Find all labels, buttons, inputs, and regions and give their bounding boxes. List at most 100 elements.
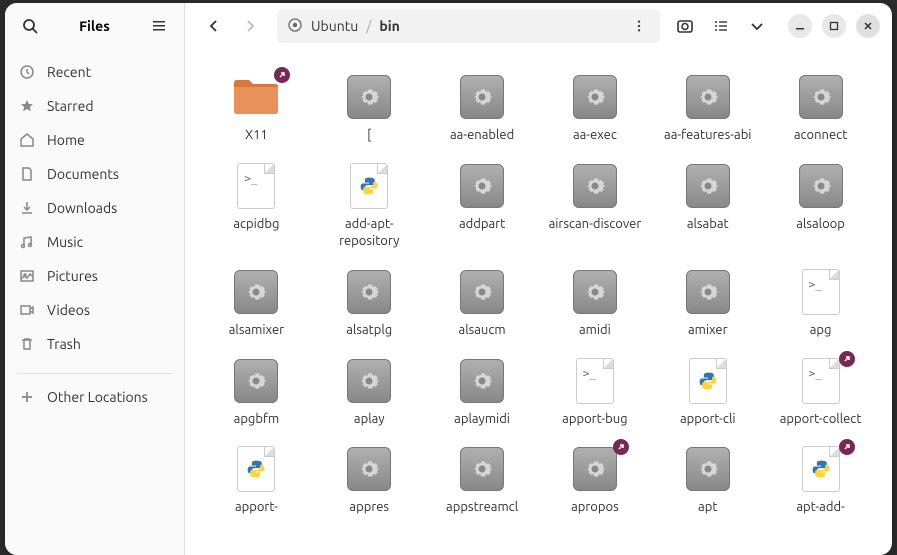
file-item[interactable]: addpart xyxy=(431,158,534,254)
sidebar: Files Recent Starred Home Documents Download… xyxy=(5,3,185,555)
file-label: aplay xyxy=(354,411,385,428)
file-label: aplaymidi xyxy=(454,411,510,428)
sidebar-item-pictures[interactable]: Pictures xyxy=(5,259,184,293)
file-item[interactable]: apgbfm xyxy=(205,353,308,432)
path-segment-current[interactable]: bin xyxy=(379,18,399,34)
close-button[interactable] xyxy=(856,14,880,38)
file-view[interactable]: X11 [ aa-enabled aa-exec aa-features-abi acon… xyxy=(185,49,892,555)
file-item[interactable]: X11 xyxy=(205,69,308,148)
main-area: Ubuntu / bin xyxy=(185,3,892,555)
symlink-badge xyxy=(274,67,290,83)
file-label: aconnect xyxy=(794,127,847,144)
file-item[interactable]: aplaymidi xyxy=(431,353,534,432)
file-icon xyxy=(232,268,280,316)
file-label: [ xyxy=(367,127,371,144)
file-label: alsaucm xyxy=(459,322,506,339)
search-icon xyxy=(22,18,38,34)
sidebar-item-label: Recent xyxy=(47,64,91,80)
sidebar-item-recent[interactable]: Recent xyxy=(5,55,184,89)
sidebar-item-home[interactable]: Home xyxy=(5,123,184,157)
sidebar-item-documents[interactable]: Documents xyxy=(5,157,184,191)
sidebar-item-starred[interactable]: Starred xyxy=(5,89,184,123)
file-icon xyxy=(571,268,619,316)
file-icon xyxy=(458,73,506,121)
file-icon xyxy=(684,162,732,210)
file-item[interactable]: >_apg xyxy=(769,264,872,343)
file-item[interactable]: add-apt-repository xyxy=(318,158,421,254)
chevron-down-icon xyxy=(749,18,765,34)
file-item[interactable]: >_apport-bug xyxy=(544,353,647,432)
file-icon xyxy=(571,162,619,210)
file-item[interactable]: apropos xyxy=(544,441,647,520)
path-separator: / xyxy=(366,18,371,34)
list-icon xyxy=(151,18,167,34)
file-item[interactable]: aplay xyxy=(318,353,421,432)
file-item[interactable]: appstreamcl xyxy=(431,441,534,520)
file-item[interactable]: alsaucm xyxy=(431,264,534,343)
file-label: aa-exec xyxy=(573,127,617,144)
sidebar-item-downloads[interactable]: Downloads xyxy=(5,191,184,225)
file-label: apport-collect xyxy=(780,411,862,428)
back-button[interactable] xyxy=(197,9,231,43)
disk-icon xyxy=(287,17,303,36)
file-icon xyxy=(684,73,732,121)
sidebar-item-music[interactable]: Music xyxy=(5,225,184,259)
maximize-button[interactable] xyxy=(822,14,846,38)
sidebar-item-other-locations[interactable]: Other Locations xyxy=(5,380,184,414)
file-label: alsaloop xyxy=(796,216,845,233)
sidebar-item-trash[interactable]: Trash xyxy=(5,327,184,361)
chevron-right-icon xyxy=(242,18,258,34)
sidebar-header: Files xyxy=(5,3,184,49)
file-item[interactable]: aa-features-abi xyxy=(656,69,759,148)
file-item[interactable]: appres xyxy=(318,441,421,520)
file-label: airscan-discover xyxy=(549,216,642,233)
file-item[interactable]: >_acpidbg xyxy=(205,158,308,254)
file-item[interactable]: aconnect xyxy=(769,69,872,148)
file-item[interactable]: aa-enabled xyxy=(431,69,534,148)
file-item[interactable]: amidi xyxy=(544,264,647,343)
file-item[interactable]: [ xyxy=(318,69,421,148)
file-item[interactable]: alsaloop xyxy=(769,158,872,254)
minimize-button[interactable] xyxy=(788,14,812,38)
trash-icon xyxy=(19,336,35,352)
music-icon xyxy=(19,234,35,250)
file-item[interactable]: apt xyxy=(656,441,759,520)
file-item[interactable]: amixer xyxy=(656,264,759,343)
path-segment-root[interactable]: Ubuntu xyxy=(311,18,358,34)
file-item[interactable]: apt-add- xyxy=(769,441,872,520)
view-options-button[interactable] xyxy=(740,9,774,43)
picture-icon xyxy=(19,268,35,284)
file-icon xyxy=(458,357,506,405)
search-button[interactable] xyxy=(13,9,47,43)
file-item[interactable]: apport- xyxy=(205,441,308,520)
file-label: add-apt-repository xyxy=(322,216,417,250)
file-item[interactable]: alsamixer xyxy=(205,264,308,343)
file-label: addpart xyxy=(459,216,505,233)
download-icon xyxy=(19,200,35,216)
maximize-icon xyxy=(829,21,839,31)
file-item[interactable]: >_apport-collect xyxy=(769,353,872,432)
sidebar-item-label: Pictures xyxy=(47,268,98,284)
file-icon xyxy=(345,445,393,493)
file-label: apt xyxy=(698,499,717,516)
sidebar-menu-button[interactable] xyxy=(142,9,176,43)
file-item[interactable]: alsabat xyxy=(656,158,759,254)
forward-button[interactable] xyxy=(233,9,267,43)
search-content-button[interactable] xyxy=(668,9,702,43)
file-label: alsabat xyxy=(687,216,729,233)
file-icon xyxy=(797,162,845,210)
file-item[interactable]: alsatplg xyxy=(318,264,421,343)
sidebar-item-label: Starred xyxy=(47,98,94,114)
file-icon xyxy=(232,445,280,493)
file-label: appres xyxy=(349,499,389,516)
file-icon xyxy=(797,73,845,121)
sidebar-item-label: Documents xyxy=(47,166,119,182)
file-item[interactable]: apport-cli xyxy=(656,353,759,432)
view-list-button[interactable] xyxy=(704,9,738,43)
sidebar-item-videos[interactable]: Videos xyxy=(5,293,184,327)
pathbar[interactable]: Ubuntu / bin xyxy=(277,9,660,43)
pathbar-menu-button[interactable] xyxy=(622,9,656,43)
file-item[interactable]: airscan-discover xyxy=(544,158,647,254)
sidebar-item-label: Trash xyxy=(47,336,81,352)
file-item[interactable]: aa-exec xyxy=(544,69,647,148)
